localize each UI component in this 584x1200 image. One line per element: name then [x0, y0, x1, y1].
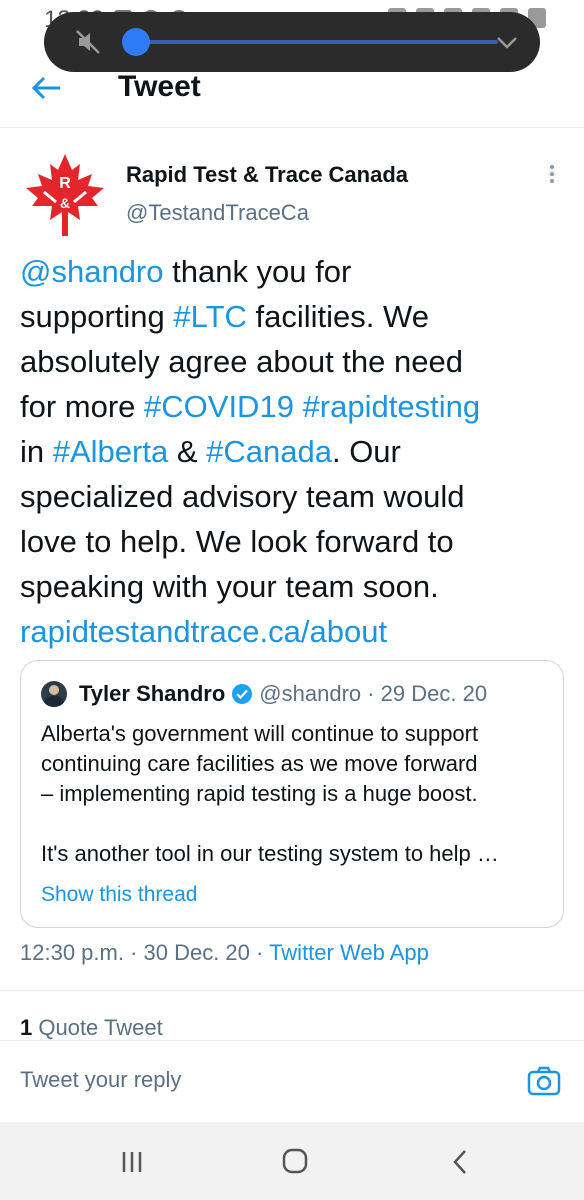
divider	[0, 990, 584, 991]
tweet-text-line: specialized advisory team would	[20, 474, 570, 519]
quoted-author-avatar	[41, 681, 67, 707]
quoted-tweet-header: Tyler Shandro @shandro · 29 Dec. 20	[79, 681, 487, 707]
tweet-link[interactable]: @shandro	[20, 254, 164, 289]
quote-count-number: 1	[20, 1015, 33, 1040]
page-title: Tweet	[118, 70, 201, 103]
author-name[interactable]: Rapid Test & Trace Canada	[126, 162, 408, 188]
show-thread-link[interactable]: Show this thread	[41, 883, 197, 907]
tweet-text-segment	[294, 389, 303, 424]
tweet-text-line: for more #COVID19 #rapidtesting	[20, 384, 570, 429]
quoted-tweet-card[interactable]: Tyler Shandro @shandro · 29 Dec. 20 Albe…	[20, 660, 564, 928]
tweet-link[interactable]: #Alberta	[53, 434, 168, 469]
tweet-timestamp: 12:30 p.m. · 30 Dec. 20 · Twitter Web Ap…	[20, 940, 429, 966]
tweet-text-segment: &	[168, 434, 207, 469]
volume-slider-thumb[interactable]	[122, 28, 150, 56]
recent-apps-icon[interactable]	[120, 1150, 144, 1174]
tweet-link[interactable]: rapidtestandtrace.ca/about	[20, 614, 387, 649]
quoted-text-line: Alberta's government will continue to su…	[41, 721, 479, 746]
timestamp-text: 12:30 p.m. · 30 Dec. 20 ·	[20, 940, 270, 965]
tweet-text-segment: love to help. We look forward to	[20, 524, 454, 559]
quote-count-label: Quote Tweet	[32, 1015, 163, 1040]
tweet-text-line: supporting #LTC facilities. We	[20, 294, 570, 339]
quoted-tweet-meta: @shandro · 29 Dec. 20	[259, 681, 488, 706]
quoted-tweet-text: Alberta's government will continue to su…	[41, 719, 551, 869]
author-avatar[interactable]: R &	[20, 150, 110, 240]
volume-slider-track[interactable]	[136, 40, 498, 44]
tweet-text-line: in #Alberta & #Canada. Our	[20, 429, 570, 474]
svg-text:&: &	[60, 195, 70, 211]
tweet-text: @shandro thank you for supporting #LTC fa…	[20, 249, 570, 654]
tweet-text-segment: in	[20, 434, 53, 469]
tweet-text-segment: facilities. We	[246, 299, 429, 334]
author-handle[interactable]: @TestandTraceCa	[126, 200, 309, 226]
tweet-text-line: absolutely agree about the need	[20, 339, 570, 384]
mute-icon[interactable]	[74, 28, 102, 56]
top-app-bar: Tweet	[0, 58, 584, 128]
tweet-text-line: speaking with your team soon.	[20, 564, 570, 609]
quote-tweet-count[interactable]: 1 Quote Tweet	[20, 1015, 163, 1041]
quoted-author-name: Tyler Shandro	[79, 681, 226, 706]
tweet-link[interactable]: #Canada	[206, 434, 332, 469]
tweet-link[interactable]: #LTC	[173, 299, 247, 334]
reply-input[interactable]	[20, 1067, 500, 1093]
tweet-link[interactable]: #rapidtesting	[303, 389, 481, 424]
tweet-source-link[interactable]: Twitter Web App	[269, 940, 429, 965]
quoted-text-line: – implementing rapid testing is a huge b…	[41, 781, 478, 806]
quoted-text-line: It's another tool in our testing system …	[41, 841, 499, 866]
tweet-text-line: love to help. We look forward to	[20, 519, 570, 564]
tweet-link[interactable]: #COVID19	[144, 389, 294, 424]
quoted-text-line: continuing care facilities as we move fo…	[41, 751, 478, 776]
tweet-text-segment: for more	[20, 389, 145, 424]
tweet-text-segment: . Our	[331, 434, 401, 469]
home-icon[interactable]	[282, 1148, 308, 1174]
camera-icon[interactable]	[526, 1063, 562, 1099]
tweet-text-segment: speaking with your team soon.	[20, 569, 439, 604]
system-navigation-bar	[0, 1122, 584, 1200]
tweet-text-segment: thank you for	[163, 254, 352, 289]
tweet-text-line: @shandro thank you for	[20, 249, 570, 294]
tweet-text-line: rapidtestandtrace.ca/about	[20, 609, 570, 654]
chevron-down-icon[interactable]	[494, 30, 520, 54]
tweet-text-segment: absolutely agree about the need	[20, 344, 463, 379]
tweet-text-segment: specialized advisory team would	[20, 479, 465, 514]
back-icon[interactable]	[450, 1148, 470, 1176]
svg-text:R: R	[59, 175, 71, 192]
more-options-icon[interactable]	[540, 162, 564, 192]
verified-badge-icon	[232, 684, 253, 704]
reply-bar	[0, 1040, 584, 1122]
back-arrow-icon[interactable]	[28, 72, 64, 104]
tweet-text-segment: supporting	[20, 299, 174, 334]
